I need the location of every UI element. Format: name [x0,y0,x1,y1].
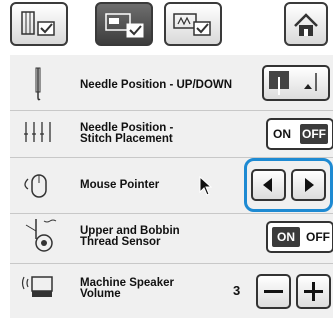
minus-icon [264,290,283,293]
volume-increase-button[interactable] [296,274,331,309]
thread-sensor-toggle[interactable]: ON OFF [266,221,333,253]
setting-label: Upper and Bobbin Thread Sensor [80,225,180,248]
tab-machine-settings[interactable] [95,2,153,46]
tab-embroidery-settings[interactable] [164,2,222,46]
stitch-placement-toggle[interactable]: ON OFF [266,118,333,150]
machine-settings-icon [105,13,144,38]
setting-label: Needle Position - UP/DOWN [80,78,233,91]
setting-label: Needle Position - Stitch Placement [80,122,174,145]
stitch-settings-icon [21,11,55,36]
setting-label: Machine Speaker Volume [80,277,174,300]
setting-row-thread-sensor: Upper and Bobbin Thread Sensor ON OFF [10,214,333,260]
volume-decrease-button[interactable] [256,274,291,309]
needle-up-down-icon [269,71,317,95]
setting-row-needle-up-down: Needle Position - UP/DOWN [10,62,333,108]
plus-icon [304,282,323,301]
settings-tab-bar [0,0,333,52]
thread-sensor-icon [25,219,57,252]
toggle-off-option[interactable]: OFF [304,223,332,251]
stitch-placement-icon [24,122,51,142]
embroidery-settings-icon [173,13,211,36]
needle-icon [35,67,41,101]
toggle-off-option[interactable]: OFF [299,123,329,145]
needle-up-down-button[interactable] [262,65,330,101]
cursor-icon [199,176,213,196]
selection-highlight [244,158,333,212]
setting-label: Mouse Pointer [80,178,160,191]
speaker-icon [21,276,53,297]
tab-stitch-settings[interactable] [10,2,68,46]
mouse-icon [24,174,47,198]
row-divider [10,263,333,264]
setting-row-stitch-placement: Needle Position - Stitch Placement ON OF… [10,111,333,157]
home-button[interactable] [284,2,328,46]
volume-value: 3 [233,283,241,298]
toggle-on-option[interactable]: ON [268,120,296,148]
toggle-on-option[interactable]: ON [271,226,301,248]
home-icon [294,13,318,36]
